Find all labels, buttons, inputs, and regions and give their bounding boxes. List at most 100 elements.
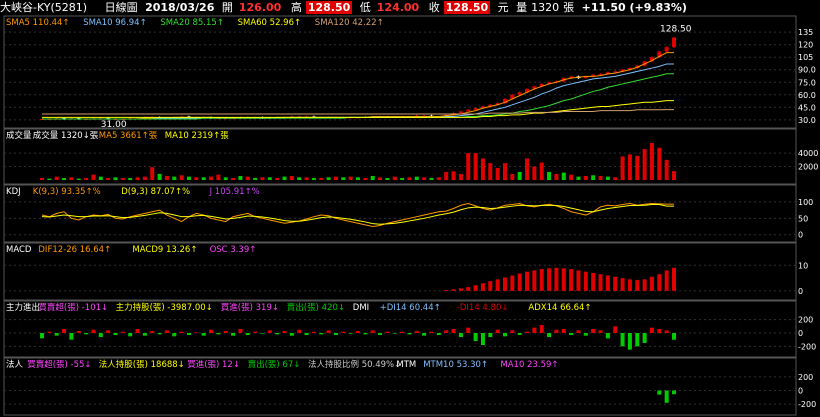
main-force-bar	[267, 330, 272, 333]
volume-bar	[282, 176, 287, 180]
macd-osc-bar	[613, 276, 618, 291]
volume-bar	[157, 173, 162, 180]
main-force-bar	[333, 333, 338, 335]
volume-bar	[348, 176, 353, 180]
volume-bar	[672, 171, 676, 180]
volume-bar	[532, 166, 537, 180]
legend-inst-6: MTM	[396, 360, 416, 370]
volume-bar	[311, 177, 316, 180]
volume-bar	[333, 176, 338, 180]
main-force-bar	[282, 331, 287, 333]
legend-main-5: DMI	[353, 303, 369, 313]
max-price-label: 128.50	[660, 25, 692, 35]
macd-osc-bar	[554, 267, 559, 291]
volume-bar	[54, 176, 59, 180]
volume-bar	[591, 175, 596, 180]
main-force-bar	[613, 326, 618, 333]
main-force-bar	[480, 333, 485, 345]
volume-bar	[517, 171, 522, 180]
main-force-bar	[451, 329, 456, 333]
tick-price: 105	[798, 53, 813, 62]
legend-volume-1: 成交量 1320↓張	[33, 130, 99, 141]
legend-main-8: ADX14 66.64↑	[528, 303, 591, 313]
volume-bar	[150, 167, 155, 180]
main-force-bar	[422, 333, 427, 336]
legend-inst-7: MTM10 53.30↑	[423, 360, 488, 370]
volume-bar	[341, 177, 346, 180]
main-force-bar	[260, 333, 265, 334]
main-force-bar	[98, 333, 103, 337]
main-force-bar	[304, 333, 309, 335]
main-force-bar	[583, 333, 588, 336]
volume-bar	[429, 177, 434, 180]
volume-bar	[642, 149, 647, 180]
main-force-bar	[473, 333, 478, 341]
main-force-bar	[664, 330, 669, 333]
volume-bar	[267, 177, 272, 180]
volume-bar	[69, 177, 74, 180]
legend-main-7: -DI14 4.80↓	[457, 303, 509, 313]
volume-bar	[392, 176, 397, 180]
legend-kdj-2: D(9,3) 87.07↑%	[121, 187, 190, 197]
main-force-bar	[209, 329, 214, 333]
macd-osc-bar	[502, 277, 507, 291]
volume-bar	[576, 176, 581, 180]
macd-osc-bar	[488, 281, 493, 291]
legend-volume-2: MA5 3661↑張	[99, 131, 158, 141]
main-force-bar	[627, 333, 632, 350]
macd-osc-bar	[458, 288, 463, 291]
volume-bar	[128, 177, 133, 180]
main-force-bar	[576, 330, 581, 333]
main-force-bar	[47, 331, 52, 333]
macd-osc-bar	[642, 279, 647, 291]
main-force-bar	[245, 333, 250, 335]
institution-bar	[664, 390, 669, 403]
main-force-bar	[532, 327, 537, 333]
main-force-bar	[495, 329, 500, 333]
macd-osc-bar	[598, 274, 603, 291]
volume-bar	[488, 163, 493, 180]
volume-bar	[356, 177, 360, 180]
macd-osc-bar	[605, 275, 610, 291]
panel-frame-macd	[3, 242, 797, 301]
legend-kdj-3: J 105.91↑%	[209, 187, 260, 197]
main-force-bar	[201, 333, 206, 336]
main-force-bar	[238, 329, 243, 333]
volume-bar	[253, 177, 258, 180]
tick-macd: 10	[798, 261, 808, 270]
main-force-bar	[554, 329, 559, 333]
volume-bar	[179, 175, 184, 180]
volume-bar	[466, 153, 471, 180]
main-force-bar	[547, 333, 552, 337]
volume-bar	[620, 156, 625, 180]
main-force-bar	[356, 331, 360, 333]
main-force-bar	[635, 333, 640, 347]
volume-bar	[201, 177, 206, 180]
volume-bar	[135, 177, 140, 180]
macd-osc-bar	[517, 273, 522, 291]
main-force-bar	[319, 333, 324, 335]
macd-osc-bar	[480, 283, 485, 291]
legend-volume-3: MA10 2319↑張	[165, 131, 229, 141]
volume-bar	[635, 155, 640, 180]
institution-bar	[657, 390, 662, 395]
volume-bar	[142, 176, 147, 180]
main-force-bar	[657, 329, 662, 333]
volume-bar	[414, 176, 419, 180]
volume-bar	[91, 174, 96, 180]
main-force-bar	[525, 331, 530, 333]
volume-bar	[407, 177, 412, 180]
volume-bar	[245, 176, 250, 180]
main-force-bar	[444, 330, 449, 333]
volume-bar	[539, 162, 544, 180]
macd-osc-bar	[532, 270, 537, 291]
volume-bar	[378, 177, 383, 180]
main-force-bar	[517, 333, 522, 335]
main-force-bar	[297, 329, 302, 333]
legend-price-2: SMA20 85.15↑	[160, 18, 224, 28]
volume-bar	[400, 177, 405, 180]
volume-bar	[98, 176, 103, 180]
tick-kdj: 50	[798, 214, 808, 223]
legend-macd-2: MACD9 13.26↑	[132, 245, 197, 255]
volume-bar	[209, 176, 214, 180]
